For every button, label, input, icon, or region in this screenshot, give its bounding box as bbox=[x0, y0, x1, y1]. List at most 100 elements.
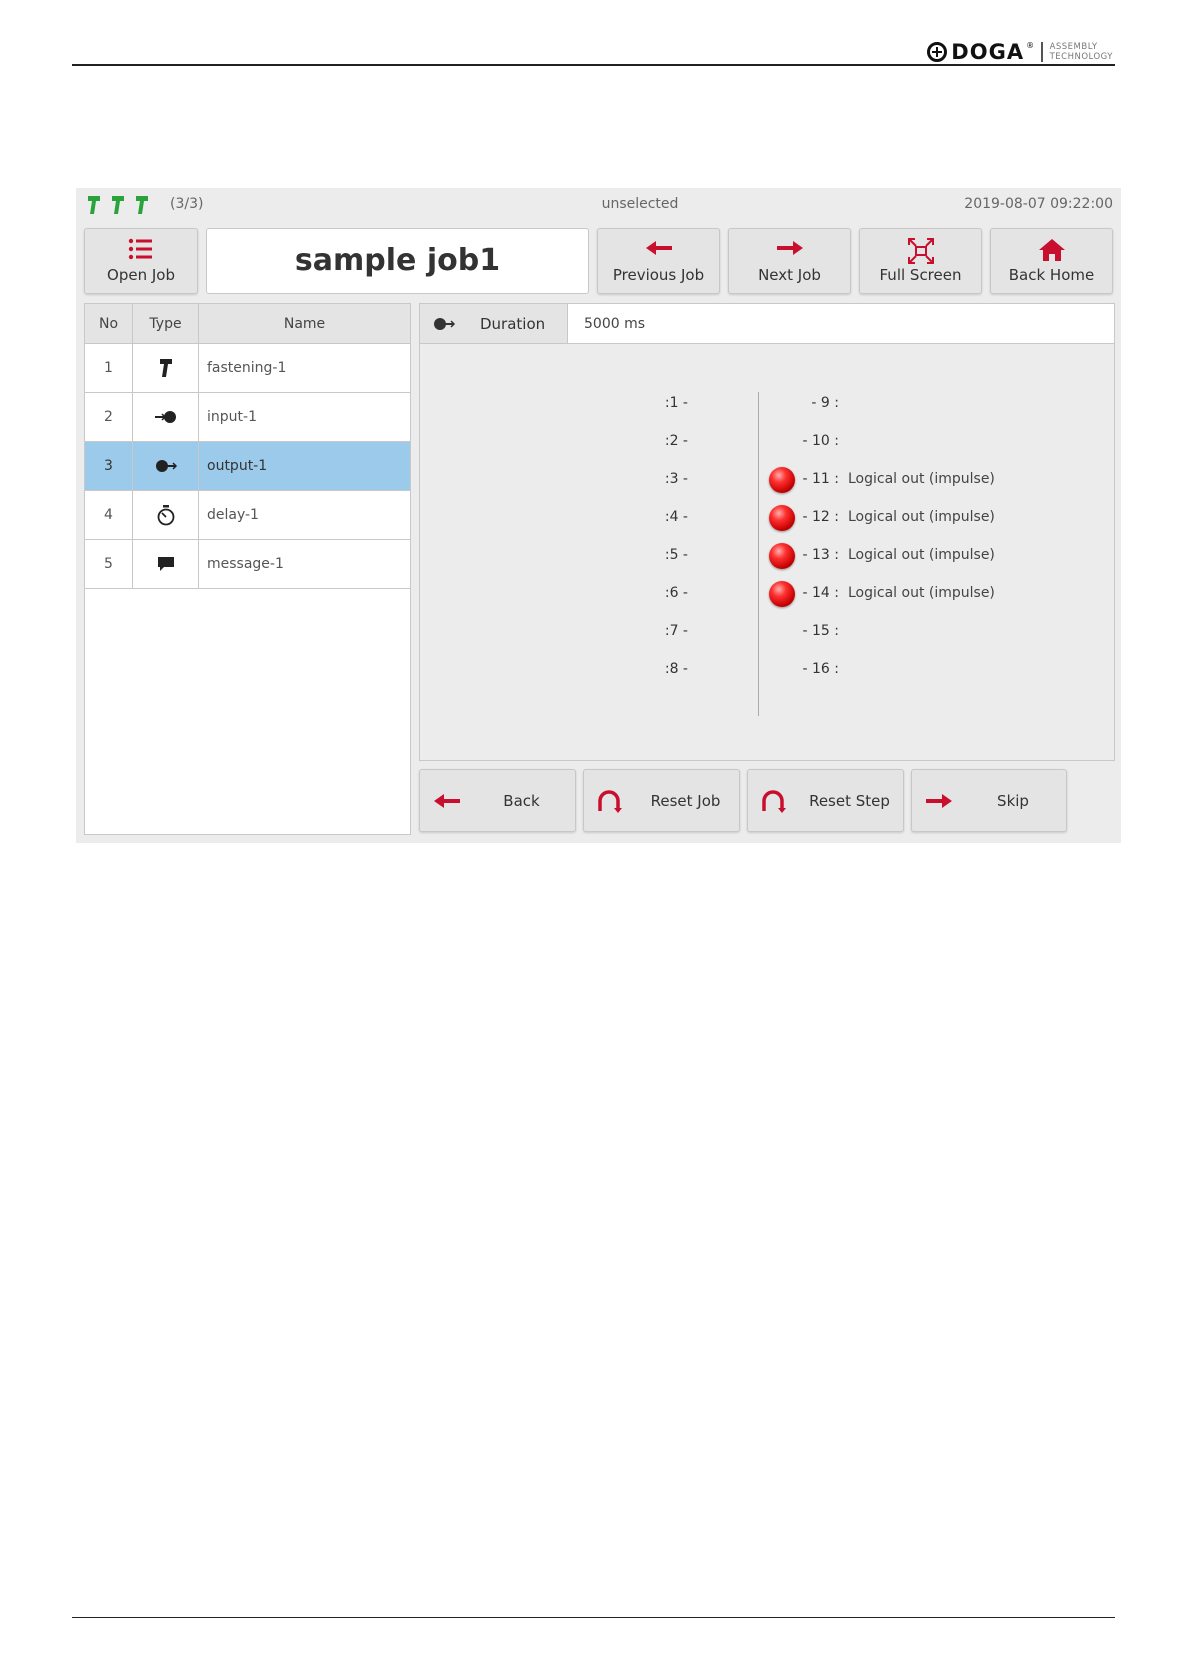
input-icon bbox=[154, 411, 176, 423]
step-name: fastening-1 bbox=[207, 360, 287, 376]
duration-value: 5000 ms bbox=[584, 316, 646, 332]
step-type-cell bbox=[133, 491, 199, 539]
output-icon bbox=[155, 460, 177, 472]
column-header-type: Type bbox=[133, 304, 199, 343]
fastening-icon bbox=[159, 359, 172, 377]
output-port-label: - 10 : bbox=[802, 433, 839, 449]
steps-table: No Type Name 1 fastening-1 2 input-1 3 o… bbox=[84, 303, 411, 835]
table-row[interactable]: 3 output-1 bbox=[85, 442, 410, 491]
step-type-cell bbox=[133, 540, 199, 588]
duration-label: Duration bbox=[480, 314, 546, 333]
column-header-no: No bbox=[85, 304, 133, 343]
step-type-cell bbox=[133, 442, 199, 490]
full-screen-label: Full Screen bbox=[879, 266, 962, 284]
next-job-button[interactable]: Next Job bbox=[728, 228, 851, 294]
tool-connected-icon bbox=[136, 196, 148, 214]
reset-step-button[interactable]: Reset Step bbox=[747, 769, 904, 832]
step-name: input-1 bbox=[207, 409, 257, 425]
input-port-label: :4 - bbox=[664, 509, 688, 525]
steps-table-header: No Type Name bbox=[85, 304, 410, 344]
logo-registered: ® bbox=[1026, 41, 1035, 50]
step-type-cell bbox=[133, 344, 199, 392]
output-port-function: Logical out (impulse) bbox=[848, 585, 995, 601]
reset-icon bbox=[598, 790, 622, 813]
output-port-label: - 13 : bbox=[802, 547, 839, 563]
reset-step-label: Reset Step bbox=[809, 792, 890, 810]
duration-label-cell: Duration bbox=[420, 304, 568, 343]
back-home-label: Back Home bbox=[1008, 266, 1095, 284]
status-bar: (3/3) unselected 2019-08-07 09:22:00 bbox=[76, 188, 1121, 222]
fullscreen-icon bbox=[907, 238, 934, 264]
full-screen-button[interactable]: Full Screen bbox=[859, 228, 982, 294]
job-run-screen: (3/3) unselected 2019-08-07 09:22:00 Ope… bbox=[76, 188, 1121, 843]
document-header: DOGA ® ASSEMBLY TECHNOLOGY bbox=[72, 38, 1115, 66]
delay-icon bbox=[157, 505, 174, 526]
reset-job-button[interactable]: Reset Job bbox=[583, 769, 740, 832]
tool-count: (3/3) bbox=[170, 196, 204, 212]
step-name: message-1 bbox=[207, 556, 284, 572]
home-icon bbox=[1038, 239, 1065, 261]
step-name: output-1 bbox=[207, 458, 268, 474]
next-job-label: Next Job bbox=[758, 266, 821, 284]
duration-bar: Duration 5000 ms bbox=[420, 304, 1114, 344]
output-port-label: - 14 : bbox=[802, 585, 839, 601]
back-button[interactable]: Back bbox=[419, 769, 576, 832]
logo-word: DOGA bbox=[951, 40, 1025, 64]
step-no: 5 bbox=[85, 540, 133, 588]
input-port-label: :2 - bbox=[664, 433, 688, 449]
step-no: 3 bbox=[85, 442, 133, 490]
skip-label: Skip bbox=[997, 792, 1029, 810]
table-row[interactable]: 2 input-1 bbox=[85, 393, 410, 442]
document-footer-rule bbox=[72, 1617, 1115, 1618]
table-row[interactable]: 4 delay-1 bbox=[85, 491, 410, 540]
table-row[interactable]: 1 fastening-1 bbox=[85, 344, 410, 393]
job-name-display: sample job1 bbox=[206, 228, 589, 294]
open-job-label: Open Job bbox=[107, 266, 175, 284]
previous-job-button[interactable]: Previous Job bbox=[597, 228, 720, 294]
output-port-label: - 12 : bbox=[802, 509, 839, 525]
list-icon bbox=[128, 238, 152, 260]
back-label: Back bbox=[503, 792, 540, 810]
doga-logo: DOGA ® ASSEMBLY TECHNOLOGY bbox=[927, 40, 1113, 64]
io-separator bbox=[758, 392, 759, 716]
reset-job-label: Reset Job bbox=[650, 792, 721, 810]
table-row[interactable]: 5 message-1 bbox=[85, 540, 410, 589]
logo-subtitle-line1: ASSEMBLY bbox=[1049, 42, 1098, 52]
step-name: delay-1 bbox=[207, 507, 259, 523]
reset-icon bbox=[762, 790, 786, 813]
datetime: 2019-08-07 09:22:00 bbox=[964, 196, 1113, 212]
output-port-function: Logical out (impulse) bbox=[848, 509, 995, 525]
output-icon bbox=[434, 317, 456, 330]
output-port-label: - 16 : bbox=[802, 661, 839, 677]
output-port-function: Logical out (impulse) bbox=[848, 471, 995, 487]
step-no: 1 bbox=[85, 344, 133, 392]
logo-subtitle: ASSEMBLY TECHNOLOGY bbox=[1050, 42, 1113, 62]
arrow-left-icon bbox=[645, 241, 672, 255]
column-header-name: Name bbox=[283, 316, 326, 332]
input-port-label: :3 - bbox=[664, 471, 688, 487]
skip-button[interactable]: Skip bbox=[911, 769, 1067, 832]
tool-connected-icon bbox=[88, 196, 100, 214]
output-port-function: Logical out (impulse) bbox=[848, 547, 995, 563]
logo-separator bbox=[1041, 42, 1043, 62]
output-port-label: - 11 : bbox=[802, 471, 839, 487]
logo-subtitle-line2: TECHNOLOGY bbox=[1049, 52, 1113, 62]
output-port-label: - 9 : bbox=[811, 395, 839, 411]
output-port-label: - 15 : bbox=[802, 623, 839, 639]
back-home-button[interactable]: Back Home bbox=[990, 228, 1113, 294]
doga-logo-mark-icon bbox=[927, 42, 948, 62]
selection-status: unselected bbox=[601, 196, 679, 212]
input-port-label: :7 - bbox=[664, 623, 688, 639]
arrow-right-icon bbox=[776, 241, 803, 255]
message-icon bbox=[157, 557, 174, 571]
previous-job-label: Previous Job bbox=[612, 266, 705, 284]
input-port-label: :6 - bbox=[664, 585, 688, 601]
arrow-left-icon bbox=[434, 794, 460, 808]
input-port-label: :1 - bbox=[664, 395, 688, 411]
step-detail-panel: Duration 5000 ms :1 - :2 - :3 - :4 - :5 … bbox=[419, 303, 1115, 761]
input-port-label: :5 - bbox=[664, 547, 688, 563]
step-no: 2 bbox=[85, 393, 133, 441]
input-port-label: :8 - bbox=[664, 661, 688, 677]
open-job-button[interactable]: Open Job bbox=[84, 228, 198, 294]
tool-connected-icon bbox=[112, 196, 124, 214]
